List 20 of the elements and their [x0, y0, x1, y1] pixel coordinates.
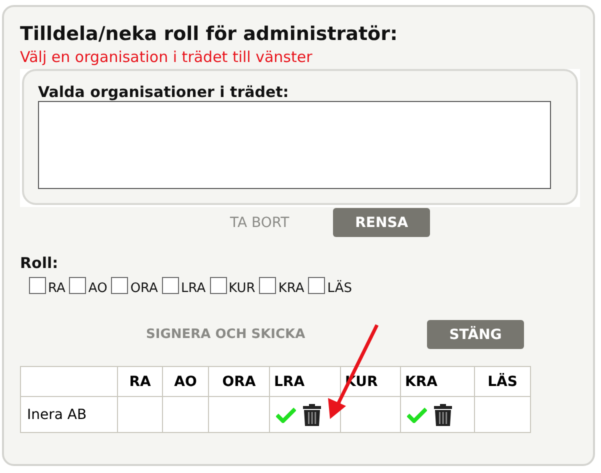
checkbox-label: RA	[48, 281, 66, 296]
dialog-title: Tilldela/neka roll för administratör:	[20, 22, 399, 47]
checkbox-label: LRA	[180, 281, 206, 296]
column-header: KRA	[400, 366, 474, 396]
organization-cell: Inera AB	[20, 396, 118, 432]
checkbox-label: ORA	[130, 281, 158, 296]
checkbox-label: AO	[88, 281, 108, 296]
column-header: RA	[118, 366, 162, 396]
action-button[interactable]: RENSA	[333, 208, 430, 237]
checkbox-label: KUR	[228, 281, 256, 296]
column-header: AO	[162, 366, 208, 396]
column-header: ORA	[208, 366, 270, 396]
instruction-text: Välj en organisation i trädet till vänster	[20, 47, 314, 67]
role-label: Roll:	[20, 253, 60, 273]
close-button[interactable]: STÄNG	[427, 320, 524, 349]
column-header: LÄS	[474, 366, 530, 396]
field-label: Valda organisationer i trädet:	[38, 83, 290, 101]
column-header: LRA	[270, 366, 340, 396]
checkbox-label: LÄS	[327, 281, 352, 296]
checkbox-label: KRA	[278, 281, 304, 296]
